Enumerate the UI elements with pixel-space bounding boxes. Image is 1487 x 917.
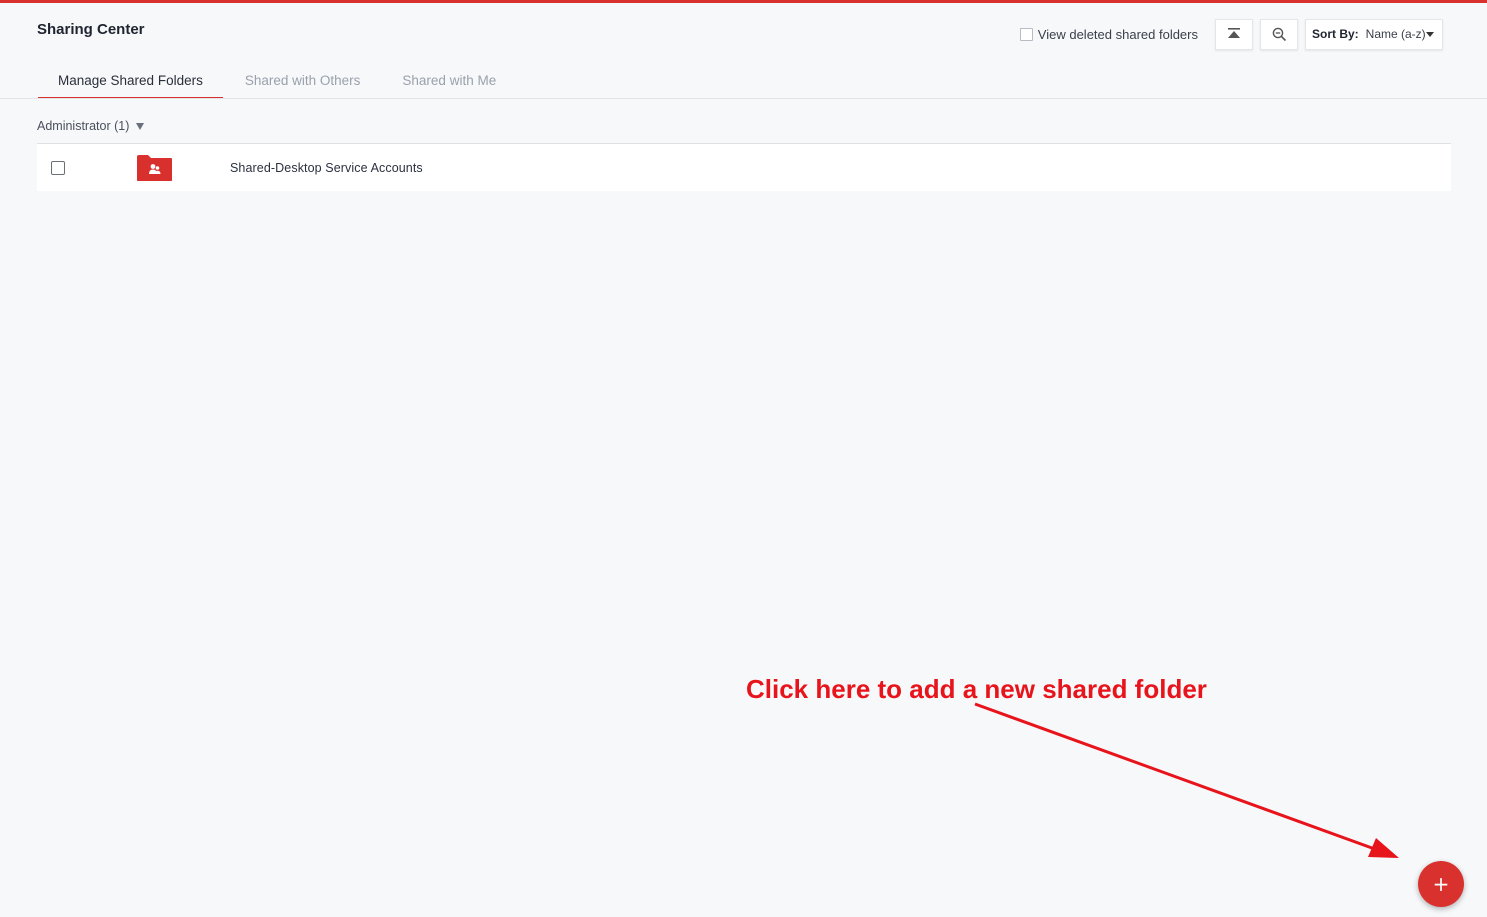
tab-manage-shared-folders[interactable]: Manage Shared Folders bbox=[38, 64, 223, 99]
page-title: Sharing Center bbox=[37, 21, 145, 38]
annotation-arrow bbox=[974, 702, 1399, 858]
group-header[interactable]: Administrator (1) bbox=[37, 119, 145, 133]
plus-icon: + bbox=[1432, 872, 1450, 896]
collapse-top-icon bbox=[1228, 28, 1240, 38]
group-label: Administrator (1) bbox=[37, 119, 130, 133]
sort-value: Name (a-z) bbox=[1365, 27, 1426, 41]
sort-dropdown[interactable]: Sort By: Name (a-z) bbox=[1305, 18, 1443, 50]
folder-name: Shared-Desktop Service Accounts bbox=[230, 160, 423, 175]
shared-folder-icon bbox=[137, 154, 172, 181]
toolbar: View deleted shared folders Sort By: Nam… bbox=[1019, 18, 1443, 50]
list-item[interactable]: Shared-Desktop Service Accounts bbox=[37, 144, 1451, 191]
sort-label: Sort By: bbox=[1312, 27, 1359, 41]
zoom-out-icon bbox=[1272, 27, 1286, 41]
view-deleted-checkbox[interactable]: View deleted shared folders bbox=[1019, 26, 1198, 42]
view-deleted-label: View deleted shared folders bbox=[1037, 26, 1198, 42]
collapse-all-button[interactable] bbox=[1215, 18, 1253, 50]
add-shared-folder-button[interactable]: + bbox=[1418, 861, 1464, 907]
row-checkbox[interactable] bbox=[51, 160, 65, 175]
annotation-callout: Click here to add a new shared folder bbox=[746, 674, 1207, 704]
tabs-divider bbox=[0, 98, 1487, 99]
checkbox-icon[interactable] bbox=[1019, 27, 1033, 41]
caret-down-icon bbox=[136, 122, 145, 130]
zoom-out-button[interactable] bbox=[1260, 18, 1298, 50]
top-accent-bar bbox=[0, 0, 1487, 3]
chevron-down-icon bbox=[1426, 31, 1434, 37]
tab-shared-with-me[interactable]: Shared with Me bbox=[382, 64, 516, 98]
tab-shared-with-others[interactable]: Shared with Others bbox=[225, 64, 381, 98]
tab-bar: Manage Shared Folders Shared with Others… bbox=[38, 64, 518, 99]
